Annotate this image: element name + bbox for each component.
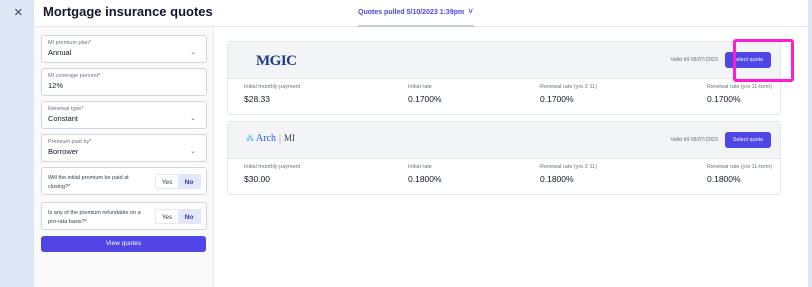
quotes-pulled-label: Quotes pulled 5/10/2023 1:39pm: [358, 9, 465, 16]
pulled-underline: [358, 25, 474, 27]
column-value: 0.1700%: [408, 94, 442, 104]
premium-at-closing-toggle: Yes No: [155, 174, 201, 189]
coverage-percent-field[interactable]: MI coverage percent* 12%: [41, 68, 207, 96]
column-label: Renewal rate (yrs 11-term): [707, 84, 772, 90]
initial-payment-col: Initial monthly payment $30.00: [244, 164, 300, 184]
column-label: Initial rate: [408, 164, 432, 170]
view-quotes-button[interactable]: View quotes: [41, 236, 206, 252]
close-icon[interactable]: ×: [14, 5, 23, 20]
initial-payment-col: Initial monthly payment $28.33: [244, 84, 300, 104]
renewal-type-select[interactable]: Renewal type* Constant ⌄: [41, 101, 207, 129]
valid-till-text: Valid till 08/07/2023: [670, 137, 718, 143]
no-button[interactable]: No: [178, 210, 200, 223]
premium-plan-select[interactable]: MI premium plan* Annual ⌄: [41, 35, 207, 63]
mgic-logo: MGIC: [256, 53, 297, 69]
premium-at-closing-question: Will the initial premium be paid at clos…: [41, 167, 207, 195]
premium-paid-by-select[interactable]: Premium paid by* Borrower ⌄: [41, 134, 207, 162]
column-label: Renewal rate (yrs 2-11): [540, 164, 598, 170]
renewal-type-value: Constant: [48, 114, 79, 123]
modal-header: Mortgage insurance quotes Quotes pulled …: [34, 0, 808, 27]
quote-card-arch: ⁂ Arch | MI Valid till 08/07/2023 Select qu…: [227, 121, 781, 195]
page-title: Mortgage insurance quotes: [43, 4, 213, 19]
column-label: Initial monthly payment: [244, 84, 301, 90]
renewal-rate-2-11-col: Renewal rate (yrs 2-11) 0.1700%: [540, 84, 597, 104]
arch-logo-text: Arch: [256, 133, 276, 144]
logo-separator: |: [279, 133, 282, 144]
chevron-down-icon: ˅: [468, 7, 473, 16]
quote-card-mgic: MGIC Valid till 08/07/2023 Select quote …: [227, 41, 781, 115]
column-value: 0.1800%: [408, 174, 442, 184]
column-label: Renewal rate (yrs 2-11): [540, 84, 598, 90]
quote-card-header: ⁂ Arch | MI Valid till 08/07/2023 Select qu…: [228, 122, 780, 159]
column-value: $28.33: [244, 94, 270, 104]
initial-rate-col: Initial rate 0.1800%: [408, 164, 442, 184]
quote-card-header: MGIC Valid till 08/07/2023 Select quote: [228, 42, 780, 79]
chevron-down-icon: ⌄: [190, 115, 196, 122]
chevron-down-icon: ⌄: [190, 148, 196, 155]
chevron-down-icon: ⌄: [190, 49, 196, 56]
column-value: 0.1700%: [540, 94, 574, 104]
renewal-type-label: Renewal type*: [48, 106, 84, 112]
yes-button[interactable]: Yes: [156, 210, 178, 223]
column-value: 0.1800%: [540, 174, 574, 184]
column-value: $30.00: [244, 174, 270, 184]
column-label: Initial rate: [408, 84, 432, 90]
coverage-percent-label: MI coverage percent*: [48, 73, 101, 79]
arch-logo-icon: ⁂: [246, 134, 254, 143]
column-value: 0.1800%: [707, 174, 741, 184]
initial-rate-col: Initial rate 0.1700%: [408, 84, 442, 104]
premium-paid-by-value: Borrower: [48, 147, 79, 156]
yes-button[interactable]: Yes: [156, 175, 178, 188]
column-label: Renewal rate (yrs 11-term): [707, 164, 772, 170]
valid-till-text: Valid till 08/07/2023: [670, 57, 718, 63]
premium-plan-value: Annual: [48, 48, 72, 57]
column-label: Initial monthly payment: [244, 164, 301, 170]
logo-mi-text: MI: [284, 133, 296, 143]
column-value: 0.1700%: [707, 94, 741, 104]
refundable-text: Is any of the premium refundable on a pr…: [48, 210, 141, 225]
quote-filters-panel: MI premium plan* Annual ⌄ MI coverage pe…: [34, 27, 214, 287]
quotes-pulled-dropdown[interactable]: Quotes pulled 5/10/2023 1:39pm ˅: [358, 7, 473, 16]
premium-at-closing-text: Will the initial premium be paid at clos…: [48, 175, 129, 190]
quotes-modal: Mortgage insurance quotes Quotes pulled …: [34, 0, 808, 287]
no-button[interactable]: No: [178, 175, 200, 188]
premium-paid-by-label: Premium paid by*: [48, 139, 92, 145]
refundable-toggle: Yes No: [155, 209, 201, 224]
arch-mi-logo: ⁂ Arch | MI: [246, 133, 295, 144]
renewal-rate-11-term-col: Renewal rate (yrs 11-term) 0.1700%: [707, 84, 772, 104]
select-quote-button[interactable]: Select quote: [725, 52, 771, 68]
renewal-rate-2-11-col: Renewal rate (yrs 2-11) 0.1800%: [540, 164, 597, 184]
renewal-rate-11-term-col: Renewal rate (yrs 11-term) 0.1800%: [707, 164, 772, 184]
coverage-percent-value: 12%: [48, 81, 64, 90]
refundable-question: Is any of the premium refundable on a pr…: [41, 202, 207, 230]
premium-plan-label: MI premium plan*: [48, 40, 92, 46]
select-quote-button[interactable]: Select quote: [725, 132, 771, 148]
